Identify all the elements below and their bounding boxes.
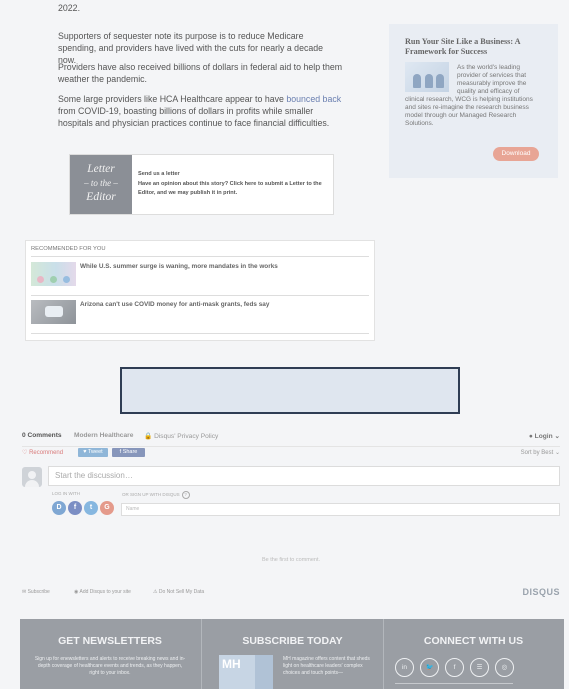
ad-body: As the world's leading provider of servi… bbox=[405, 64, 533, 127]
newsletters-title[interactable]: GET NEWSLETTERS bbox=[20, 635, 200, 647]
article-cutoff-line: 2022. bbox=[58, 3, 81, 13]
disqus-logo[interactable]: DISQUS bbox=[522, 587, 560, 597]
comment-input[interactable]: Start the discussion… bbox=[48, 466, 560, 486]
twitter-login-icon[interactable]: t bbox=[84, 501, 98, 515]
newsletters-column: GET NEWSLETTERS Sign up for enewsletters… bbox=[20, 619, 200, 689]
list-item[interactable]: Arizona can't use COVID money for anti-m… bbox=[31, 298, 369, 326]
article-thumbnail[interactable] bbox=[31, 300, 76, 324]
subscribe-description: MH magazine offers content that sheds li… bbox=[283, 656, 370, 676]
magazine-cover[interactable]: MH bbox=[219, 655, 273, 689]
letter-text[interactable]: Send us a letter Have an opinion about t… bbox=[138, 170, 328, 198]
ad-title[interactable]: Run Your Site Like a Business: A Framewo… bbox=[405, 37, 545, 57]
mh-logo: MH bbox=[222, 657, 241, 671]
connect-column: CONNECT WITH US in 🐦 f ☰ ◎ bbox=[383, 619, 564, 689]
letter-description: Have an opinion about this story? Click … bbox=[138, 181, 322, 196]
subscribe-title[interactable]: SUBSCRIBE TODAY bbox=[202, 635, 383, 647]
letter-to-editor-box[interactable]: Letter – to the – Editor Send us a lette… bbox=[69, 154, 334, 215]
page: 2022. Supporters of sequester note its p… bbox=[0, 0, 569, 689]
recommended-title[interactable]: Arizona can't use COVID money for anti-m… bbox=[80, 301, 269, 308]
sign-up-label: OR SIGN UP WITH DISQUS? bbox=[122, 491, 190, 499]
mail-icon: ✉ bbox=[22, 589, 27, 595]
article-paragraph: Providers have also received billions of… bbox=[58, 62, 343, 84]
subscribe-column: SUBSCRIBE TODAY MH MH magazine offers co… bbox=[201, 619, 384, 689]
letter-badge: Letter – to the – Editor bbox=[70, 155, 132, 214]
log-in-with-label: LOG IN WITH bbox=[52, 491, 80, 496]
recommended-widget: RECOMMENDED FOR YOU While U.S. summer su… bbox=[25, 240, 375, 341]
privacy-policy-link[interactable]: 🔒 Disqus' Privacy Policy bbox=[144, 432, 218, 440]
disqus-login-icon[interactable]: D bbox=[52, 501, 66, 515]
rss-icon[interactable]: ☰ bbox=[470, 658, 489, 677]
download-button[interactable]: Download bbox=[493, 147, 539, 161]
help-icon[interactable]: ? bbox=[181, 491, 190, 499]
subscribe-link[interactable]: ✉ Subscribe bbox=[22, 589, 50, 595]
lock-icon: 🔒 bbox=[144, 433, 153, 440]
instagram-icon[interactable]: ◎ bbox=[495, 658, 514, 677]
recommend-button[interactable]: ♡ Recommend bbox=[22, 449, 63, 456]
comment-count: 0 Comments bbox=[22, 432, 62, 439]
facebook-icon[interactable]: f bbox=[445, 658, 464, 677]
name-field[interactable]: Name bbox=[121, 503, 560, 516]
disqus-site-link[interactable]: Modern Healthcare bbox=[74, 432, 133, 439]
user-icon: ● bbox=[528, 433, 533, 440]
heart-icon: ♡ bbox=[22, 450, 28, 456]
facebook-icon: f bbox=[119, 449, 122, 455]
letter-heading: Send us a letter bbox=[138, 171, 180, 177]
newsletters-description: Sign up for enewsletters and alerts to r… bbox=[34, 656, 186, 676]
article-paragraph: Some large providers like HCA Healthcare… bbox=[58, 94, 342, 128]
facebook-login-icon[interactable]: f bbox=[68, 501, 82, 515]
recommended-header: RECOMMENDED FOR YOU bbox=[31, 246, 106, 252]
chevron-down-icon: ⌄ bbox=[554, 433, 560, 440]
article-thumbnail[interactable] bbox=[31, 262, 76, 286]
twitter-icon: ♥ bbox=[83, 449, 87, 455]
footer-newsletter-band: GET NEWSLETTERS Sign up for enewsletters… bbox=[20, 619, 564, 689]
sort-dropdown[interactable]: Sort by Best ⌄ bbox=[521, 449, 560, 456]
empty-comments-message: Be the first to comment. bbox=[261, 557, 321, 563]
twitter-icon[interactable]: 🐦 bbox=[420, 658, 439, 677]
login-button[interactable]: ● Login ⌄ bbox=[529, 432, 560, 440]
google-login-icon[interactable]: G bbox=[100, 501, 114, 515]
do-not-sell-link[interactable]: ⚠ Do Not Sell My Data bbox=[153, 589, 204, 595]
social-icons: in 🐦 f ☰ ◎ bbox=[395, 656, 520, 677]
avatar bbox=[22, 467, 42, 487]
ad-placeholder bbox=[120, 367, 460, 414]
warning-icon: ⚠ bbox=[153, 589, 158, 595]
chevron-down-icon: ⌄ bbox=[554, 450, 560, 456]
tweet-button[interactable]: ♥ Tweet bbox=[78, 448, 108, 457]
connect-title: CONNECT WITH US bbox=[423, 635, 524, 647]
recommended-title[interactable]: While U.S. summer surge is waning, more … bbox=[80, 263, 278, 270]
bounced-back-link[interactable]: bounced back bbox=[286, 94, 341, 104]
login-providers: DftG bbox=[52, 501, 116, 515]
disqus-icon: ◉ bbox=[74, 589, 79, 595]
linkedin-icon[interactable]: in bbox=[395, 658, 414, 677]
share-button[interactable]: f Share bbox=[112, 448, 145, 457]
list-item[interactable]: While U.S. summer surge is waning, more … bbox=[31, 260, 369, 288]
add-disqus-link[interactable]: ◉ Add Disqus to your site bbox=[74, 589, 131, 595]
sidebar-ad: Run Your Site Like a Business: A Framewo… bbox=[389, 24, 558, 178]
